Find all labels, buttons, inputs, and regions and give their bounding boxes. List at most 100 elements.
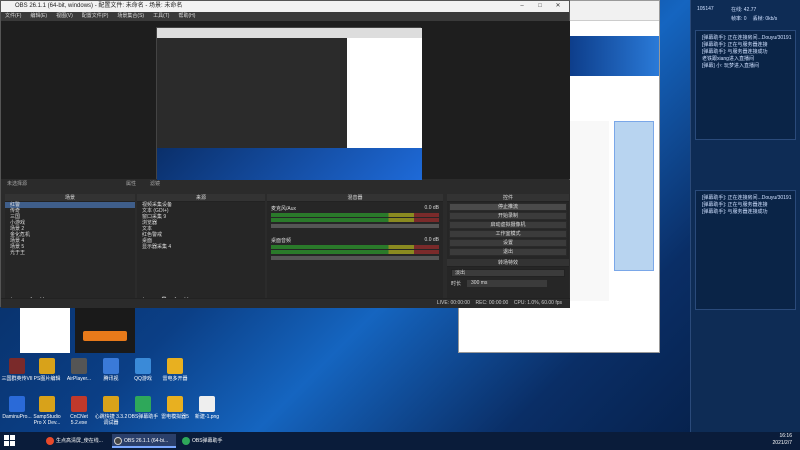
danmaku-panel: 105147 在线: 42.77 帧率: 0 丢帧: 0kb/s [弹幕助手]:… bbox=[690, 0, 800, 435]
ad-sidebar bbox=[614, 121, 654, 271]
channel-name: 桌面音频 bbox=[271, 238, 292, 244]
desktop-icon[interactable]: SampStudio Pro X Dev... bbox=[30, 396, 64, 426]
chrome-icon bbox=[46, 437, 54, 445]
message-line: [弹幕助手]: 与服务器连接成功 bbox=[702, 49, 768, 55]
obs-docks: 未选择源 属性 滤镜 场景 红警 传奇 三国 小游戏 场景 2 金化危机 场景 … bbox=[1, 180, 570, 307]
menu-tools[interactable]: 工具(T) bbox=[153, 12, 169, 21]
minimize-icon[interactable]: – bbox=[513, 1, 531, 12]
obs-statusbar: LIVE: 00:00:00 REC: 00:00:00 CPU: 1.0%, … bbox=[1, 298, 570, 308]
desktop-icon[interactable]: CnCNet 5.2.exe bbox=[62, 396, 96, 426]
menu-scene-collection[interactable]: 场景集合(S) bbox=[117, 12, 144, 21]
settings-button[interactable]: 设置 bbox=[449, 239, 567, 247]
message-line: [弹幕助手]: 正在连接房间...Douyu/30191 bbox=[702, 195, 792, 201]
desktop-icon[interactable]: QQ游戏 bbox=[126, 358, 160, 382]
duration-input[interactable]: 300 ms bbox=[467, 280, 548, 287]
menu-file[interactable]: 文件(F) bbox=[5, 12, 21, 21]
image-file-icon bbox=[199, 396, 215, 412]
mixer-title: 混音器 bbox=[267, 194, 443, 202]
stat-online: 在线: 42.77 bbox=[731, 7, 757, 13]
emulator-icon bbox=[167, 396, 183, 412]
ad-button[interactable] bbox=[83, 331, 127, 341]
volume-meter bbox=[271, 250, 439, 254]
obs-preview[interactable] bbox=[1, 21, 570, 180]
video-icon bbox=[103, 358, 119, 374]
taskbar-item-obs[interactable]: OBS 26.1.1 (64-bi... bbox=[112, 434, 176, 448]
desktop-icon[interactable]: 雷电模拟器5 bbox=[158, 396, 192, 420]
scene-item[interactable]: 光于王 bbox=[5, 250, 135, 256]
desktop-icon[interactable]: AirPlayer... bbox=[62, 358, 96, 382]
menu-help[interactable]: 帮助(H) bbox=[178, 12, 195, 21]
menu-edit[interactable]: 编辑(E) bbox=[30, 12, 47, 21]
volume-slider[interactable] bbox=[271, 224, 439, 228]
folder-icon bbox=[39, 396, 55, 412]
message-line: 老铁跟xiang进入直播间 bbox=[702, 56, 754, 62]
stat-drop: 丢帧: 0kb/s bbox=[752, 16, 778, 22]
studio-mode-button[interactable]: 工作室模式 bbox=[449, 230, 567, 238]
exit-button[interactable]: 退出 bbox=[449, 248, 567, 256]
controls-title: 控件 bbox=[447, 194, 569, 202]
nested-obs bbox=[157, 38, 347, 148]
stat-fps: 帧率: 0 bbox=[731, 16, 747, 22]
desktop-icon[interactable]: 腾讯视 bbox=[94, 358, 128, 382]
stop-streaming-button[interactable]: 停止推流 bbox=[449, 203, 567, 211]
folder-icon bbox=[103, 396, 119, 412]
message-line: [弹幕助手]: 正在与服务器连接 bbox=[702, 202, 768, 208]
rec-status: REC: 00:00:00 bbox=[475, 300, 509, 306]
no-source-label: 未选择源 bbox=[7, 181, 28, 187]
source-item[interactable]: 显示器采集 4 bbox=[137, 244, 265, 250]
menu-profile[interactable]: 配置文件(P) bbox=[82, 12, 109, 21]
close-icon[interactable]: ✕ bbox=[549, 1, 567, 12]
emulator-icon bbox=[167, 358, 183, 374]
desktop-icon[interactable]: DaminuPro... bbox=[0, 396, 34, 420]
mixer-dock: 混音器 麦克风/Aux 0.0 dB 桌面音频 0.0 dB bbox=[267, 194, 443, 306]
duration-label: 时长 bbox=[451, 281, 462, 287]
transition-select[interactable]: 淡出 bbox=[451, 269, 565, 277]
sources-title: 来源 bbox=[137, 194, 265, 202]
volume-meter bbox=[271, 245, 439, 249]
channel-db: 0.0 dB bbox=[424, 205, 439, 211]
clock[interactable]: 16:16 2021/2/7 bbox=[773, 433, 792, 447]
maximize-icon[interactable]: □ bbox=[531, 1, 549, 12]
desktop-icon[interactable]: 三国群英传VII bbox=[0, 358, 34, 382]
airplayer-icon bbox=[71, 358, 87, 374]
taskbar-item-danmaku[interactable]: OBS弹幕助手 bbox=[180, 434, 242, 448]
desktop-icon[interactable]: PS图片编辑 bbox=[30, 358, 64, 382]
obs-window[interactable]: OBS 26.1.1 (64-bit, windows) - 配置文件: 未命名… bbox=[0, 0, 570, 308]
qq-game-icon bbox=[135, 358, 151, 374]
preview-thumbnail bbox=[20, 307, 70, 353]
message-line: [弹幕] 小: 玩梦进入直播间 bbox=[702, 63, 759, 69]
game-ad-thumbnail bbox=[75, 307, 135, 353]
scenes-title: 场景 bbox=[5, 194, 135, 202]
nested-titlebar bbox=[157, 28, 422, 38]
start-recording-button[interactable]: 开始录制 bbox=[449, 212, 567, 220]
virtual-camera-button[interactable]: 启动虚拟摄像机 bbox=[449, 221, 567, 229]
controls-dock: 控件 停止推流 开始录制 启动虚拟摄像机 工作室模式 设置 退出 转场特效 淡出… bbox=[447, 194, 569, 306]
preview-canvas bbox=[156, 27, 422, 180]
taskbar-item-browser[interactable]: 生点高清屏_使在线... bbox=[44, 434, 106, 448]
menu-view[interactable]: 视图(V) bbox=[56, 12, 73, 21]
app-icon bbox=[9, 396, 25, 412]
obs-title-bar: OBS 26.1.1 (64-bit, windows) - 配置文件: 未命名… bbox=[1, 1, 569, 12]
desktop-icon[interactable]: 雷电多开器 bbox=[158, 358, 192, 382]
taskbar: 生点高清屏_使在线... OBS 26.1.1 (64-bi... OBS弹幕助… bbox=[0, 432, 800, 450]
start-icon[interactable] bbox=[4, 435, 16, 447]
filters-button[interactable]: 滤镜 bbox=[150, 180, 160, 189]
message-box: [弹幕助手]: 正在连接房间...Douyu/30191 [弹幕助手]: 正在与… bbox=[695, 30, 796, 140]
sanguo-icon bbox=[9, 358, 25, 374]
danmaku-icon bbox=[182, 437, 190, 445]
cpu-status: CPU: 1.0%, 60.00 fps bbox=[513, 300, 562, 306]
nested-browser bbox=[347, 38, 422, 148]
mixer-channel: 桌面音频 0.0 dB bbox=[267, 231, 443, 266]
banner-image bbox=[569, 36, 659, 76]
desktop-icon[interactable]: OBS弹幕助手 bbox=[126, 396, 160, 420]
source-toolbar: 未选择源 属性 滤镜 bbox=[1, 180, 570, 189]
channel-name: 麦克风/Aux bbox=[271, 206, 297, 212]
desktop-icon[interactable]: 心跳快捷 3.3.2 调试器 bbox=[94, 396, 128, 426]
sources-dock: 来源 视频采集设备 文本 (GDI+) 窗口采集 9 浏览器 文本 红色警戒 桌… bbox=[137, 194, 265, 306]
message-line: [弹幕助手]: 与服务器连接成功 bbox=[702, 209, 768, 215]
volume-slider[interactable] bbox=[271, 256, 439, 260]
properties-button[interactable]: 属性 bbox=[126, 180, 136, 189]
mixer-channel: 麦克风/Aux 0.0 dB bbox=[267, 202, 443, 231]
desktop-icon[interactable]: 新建-1.png bbox=[190, 396, 224, 420]
obs-helper-icon bbox=[135, 396, 151, 412]
